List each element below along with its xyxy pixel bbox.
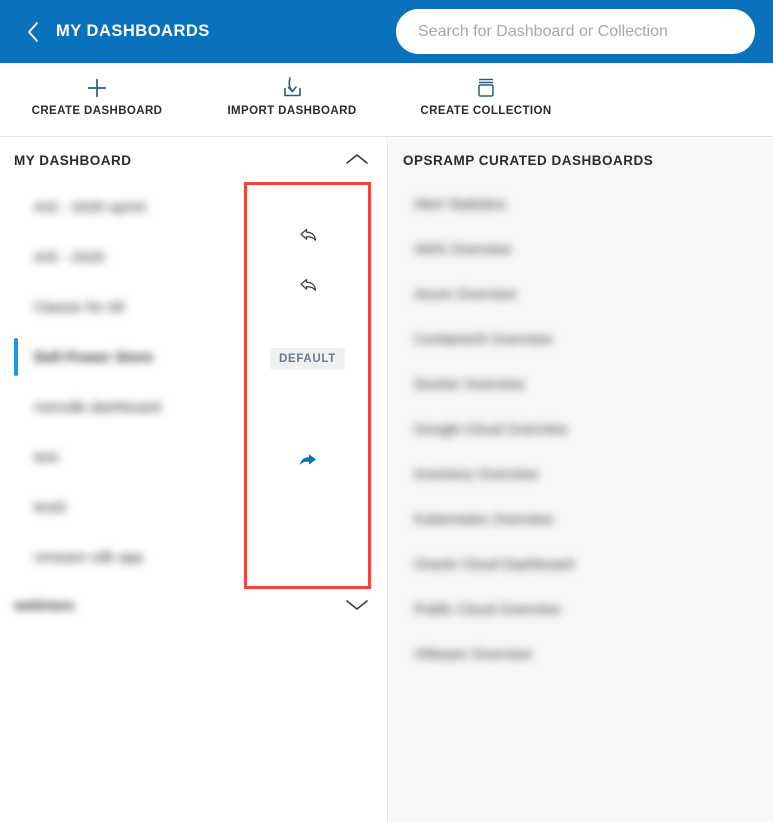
dashboard-item-label: Dell Power Store — [34, 348, 154, 366]
collapsed-section-header[interactable]: webinars — [0, 582, 387, 628]
collection-stack-icon — [474, 75, 498, 101]
curated-dashboard-item[interactable]: Docker Overview — [389, 362, 773, 407]
curated-dashboard-item[interactable]: Azure Overview — [389, 272, 773, 317]
selected-accent-bar — [14, 238, 18, 276]
action-toolbar: CREATE DASHBOARD IMPORT DASHBOARD CREATE… — [0, 63, 773, 137]
plus-icon — [85, 75, 109, 101]
dashboard-item-label: test2 — [34, 498, 67, 516]
curated-section-title: OPSRAMP CURATED DASHBOARDS — [403, 152, 654, 168]
my-dashboard-section-title: MY DASHBOARD — [14, 152, 132, 168]
curated-dashboard-label: Inventory Overview — [414, 466, 539, 483]
unshare-icon[interactable] — [297, 276, 319, 294]
app-header: MY DASHBOARDS — [0, 0, 773, 63]
dashboard-item-label: menulik dashboard — [34, 398, 161, 416]
selected-accent-bar — [14, 538, 18, 576]
dashboard-item-label: Classic for All — [34, 298, 125, 316]
my-dashboards-page: MY DASHBOARDS CREATE DASHBOARD — [0, 0, 773, 822]
chevron-up-icon[interactable] — [345, 152, 369, 171]
my-dashboard-section-header[interactable]: MY DASHBOARD — [0, 138, 387, 182]
default-badge-cell[interactable]: DEFAULT — [244, 334, 371, 384]
chevron-down-icon[interactable] — [345, 598, 369, 617]
curated-dashboard-item[interactable]: VMware Overview — [389, 632, 773, 677]
selected-accent-bar — [14, 338, 18, 376]
curated-dashboard-item[interactable]: Google Cloud Overview — [389, 407, 773, 452]
curated-dashboard-item[interactable]: Kubernetes Overview — [389, 497, 773, 542]
dashboard-list-item[interactable]: test2 — [0, 482, 387, 532]
dashboard-item-label: vmware sdk app — [34, 548, 144, 566]
create-collection-label: CREATE COLLECTION — [420, 105, 552, 117]
share-action-row[interactable] — [244, 435, 371, 485]
selected-accent-bar — [14, 488, 18, 526]
dashboard-item-label: AIS - 2020 — [34, 248, 105, 266]
status-badge[interactable]: DEFAULT — [269, 348, 346, 370]
curated-dashboard-item[interactable]: Inventory Overview — [389, 452, 773, 497]
curated-dashboard-item[interactable]: AWS Overview — [389, 227, 773, 272]
curated-dashboards-panel: OPSRAMP CURATED DASHBOARDS Alert Statist… — [389, 138, 773, 822]
curated-dashboard-item[interactable]: Oracle Cloud Dashboard — [389, 542, 773, 587]
curated-dashboard-label: Google Cloud Overview — [414, 421, 568, 438]
page-title: MY DASHBOARDS — [56, 22, 210, 40]
curated-dashboard-item[interactable]: ContainerD Overview — [389, 317, 773, 362]
curated-dashboard-label: Public Cloud Overview — [414, 601, 560, 618]
curated-dashboard-item[interactable]: Public Cloud Overview — [389, 587, 773, 632]
curated-dashboard-label: Alert Statistics — [414, 196, 506, 213]
curated-dashboard-list: Alert Statistics AWS Overview Azure Overvi… — [389, 182, 773, 677]
curated-section-header: OPSRAMP CURATED DASHBOARDS — [389, 138, 773, 182]
collapsed-section-title: webinars — [14, 597, 75, 613]
curated-dashboard-item[interactable]: Alert Statistics — [389, 182, 773, 227]
dashboard-list-item[interactable]: vmware sdk app — [0, 532, 387, 582]
create-dashboard-label: CREATE DASHBOARD — [31, 105, 163, 117]
curated-dashboard-label: AWS Overview — [414, 241, 511, 258]
share-icon[interactable] — [296, 451, 320, 469]
selected-accent-bar — [14, 388, 18, 426]
unshare-icon[interactable] — [297, 226, 319, 244]
curated-dashboard-label: Kubernetes Overview — [414, 511, 553, 528]
create-dashboard-button[interactable]: CREATE DASHBOARD — [28, 75, 166, 117]
curated-dashboard-label: Azure Overview — [414, 286, 517, 303]
import-download-icon — [279, 75, 305, 101]
dashboard-item-label: test — [34, 448, 59, 466]
selected-accent-bar — [14, 288, 18, 326]
curated-dashboard-label: Oracle Cloud Dashboard — [414, 556, 574, 573]
selected-accent-bar — [14, 188, 18, 226]
selected-accent-bar — [14, 438, 18, 476]
search-input[interactable] — [396, 9, 755, 54]
curated-dashboard-label: Docker Overview — [414, 376, 525, 393]
dashboard-list-item[interactable]: menulik dashboard — [0, 382, 387, 432]
create-collection-button[interactable]: CREATE COLLECTION — [417, 75, 555, 117]
chevron-left-icon[interactable] — [26, 21, 40, 43]
unshare-action-row-2[interactable] — [244, 260, 371, 310]
curated-dashboard-label: ContainerD Overview — [414, 331, 552, 348]
import-dashboard-label: IMPORT DASHBOARD — [227, 105, 357, 117]
import-dashboard-button[interactable]: IMPORT DASHBOARD — [222, 75, 362, 117]
dashboard-item-label: AIS - 2020 sprint — [34, 198, 146, 216]
search-box[interactable] — [396, 9, 755, 54]
curated-dashboard-label: VMware Overview — [414, 646, 532, 663]
unshare-action-row-1[interactable] — [244, 210, 371, 260]
